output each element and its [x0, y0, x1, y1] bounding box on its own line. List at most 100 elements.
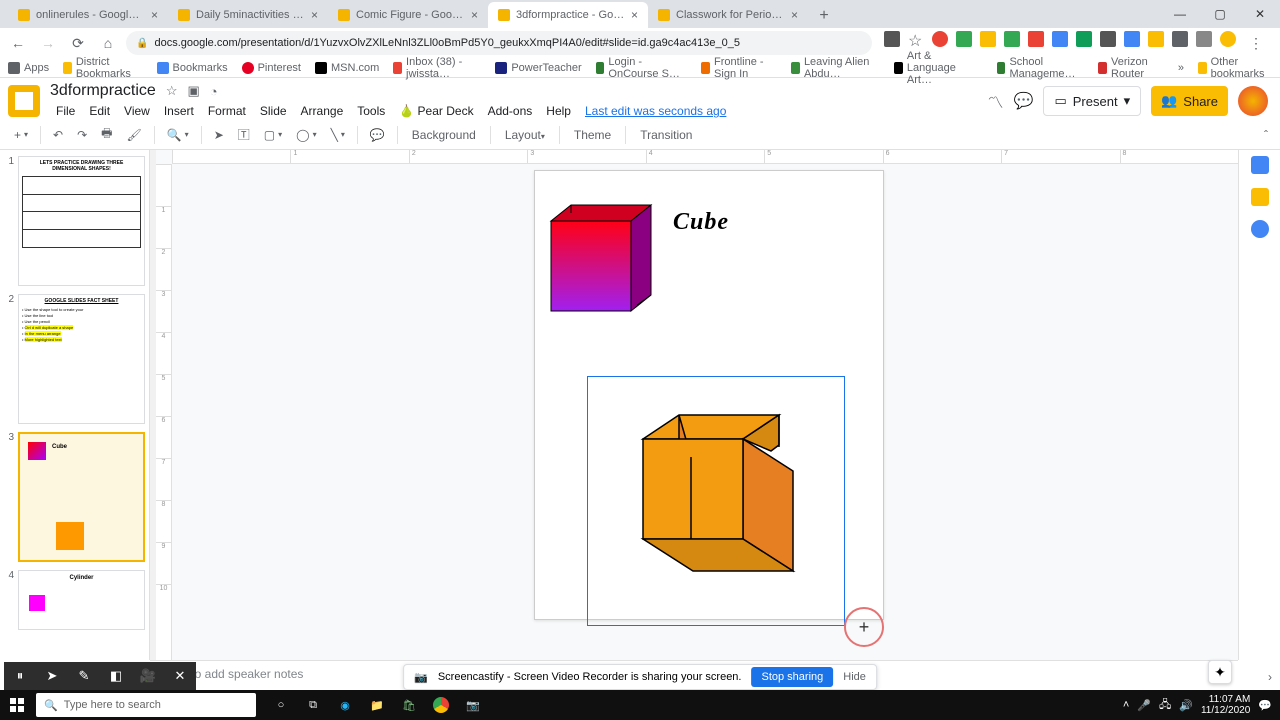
close-icon[interactable]: × — [631, 8, 638, 22]
slide-thumb-4[interactable]: Cylinder — [18, 570, 145, 630]
stop-sharing-button[interactable]: Stop sharing — [751, 667, 833, 687]
bookmark-item[interactable]: MSN.com — [315, 62, 379, 74]
slide-canvas[interactable]: Cube — [534, 170, 884, 620]
menu-slide[interactable]: Slide — [254, 102, 293, 120]
last-edit-link[interactable]: Last edit was seconds ago — [579, 102, 732, 120]
pen-tool[interactable]: ✎ — [68, 662, 100, 690]
cloud-icon[interactable]: ◔ — [210, 84, 218, 99]
ext-icon[interactable] — [1004, 31, 1020, 47]
doc-title[interactable]: 3dformpractice — [50, 82, 156, 100]
star-icon[interactable]: ☆ — [908, 31, 924, 47]
hide-button[interactable]: Hide — [843, 671, 866, 683]
close-icon[interactable]: × — [471, 8, 478, 22]
bookmark-item[interactable]: Frontline - Sign In — [701, 56, 777, 80]
reload-button[interactable]: ⟳ — [66, 31, 90, 55]
tray-caret[interactable]: ˄ — [1123, 699, 1129, 711]
start-button[interactable] — [0, 690, 34, 720]
profile-avatar[interactable] — [1220, 31, 1236, 47]
paint-format-button[interactable]: 🖌 — [120, 124, 147, 146]
menu-view[interactable]: View — [118, 102, 156, 120]
mic-icon[interactable]: 🎤 — [1137, 699, 1151, 712]
tab-3[interactable]: 3dformpractice - Google Slides× — [488, 2, 648, 28]
tab-2[interactable]: Comic Figure - Google Slides× — [328, 2, 488, 28]
ext-icon[interactable] — [1028, 31, 1044, 47]
new-tab-button[interactable]: + — [812, 4, 836, 28]
menu-peardeck[interactable]: 🍐 Pear Deck — [393, 102, 479, 120]
textbox-tool[interactable]: 🅃 — [232, 122, 256, 147]
eraser-tool[interactable]: ◧ — [100, 662, 132, 690]
bookmark-item[interactable]: District Bookmarks — [63, 56, 142, 80]
maximize-button[interactable]: ▢ — [1200, 0, 1240, 28]
pointer-tool[interactable]: ➤ — [36, 662, 68, 690]
bookmark-item[interactable]: PowerTeacher — [495, 62, 581, 74]
cortana-icon[interactable]: ○ — [266, 691, 296, 719]
tab-1[interactable]: Daily 5minactivities - Google Sli× — [168, 2, 328, 28]
present-button[interactable]: ▭Present▾ — [1043, 86, 1141, 116]
close-icon[interactable]: × — [151, 8, 158, 22]
bookmark-item[interactable]: School Manageme… — [997, 56, 1085, 80]
move-icon[interactable]: ▣ — [187, 83, 199, 99]
slide-title-text[interactable]: Cube — [673, 209, 729, 236]
explorer-icon[interactable]: 📁 — [362, 691, 392, 719]
bookmark-item[interactable]: Bookmarks — [157, 62, 228, 74]
star-icon[interactable]: ☆ — [166, 83, 178, 99]
activity-icon[interactable]: 〽 — [988, 89, 1004, 113]
ext-icon[interactable] — [932, 31, 948, 47]
ext-icon[interactable] — [1052, 31, 1068, 47]
webcam-tool[interactable]: 🎥 — [132, 662, 164, 690]
slide-thumb-3[interactable]: Cube — [18, 432, 145, 562]
ext-icon[interactable] — [980, 31, 996, 47]
bookmark-item[interactable]: Login - OnCourse S… — [596, 56, 688, 80]
comment-tool[interactable]: 💬 — [364, 124, 391, 146]
ext-icon[interactable] — [1196, 31, 1212, 47]
home-button[interactable]: ⌂ — [96, 31, 120, 55]
shape-tool[interactable]: ◯▾ — [290, 124, 322, 146]
tab-0[interactable]: onlinerules - Google Slides× — [8, 2, 168, 28]
slide-thumb-1[interactable]: LETS PRACTICE DRAWING THREEDIMENSIONAL S… — [18, 156, 145, 286]
edge-icon[interactable]: ◉ — [330, 691, 360, 719]
menu-insert[interactable]: Insert — [158, 102, 200, 120]
menu-edit[interactable]: Edit — [83, 102, 116, 120]
volume-icon[interactable]: 🔊 — [1179, 699, 1193, 712]
image-tool[interactable]: ▢▾ — [258, 124, 288, 146]
undo-button[interactable]: ↶ — [47, 124, 69, 146]
menu-tools[interactable]: Tools — [351, 102, 391, 120]
close-recorder[interactable]: ✕ — [164, 662, 196, 690]
ext-icon[interactable] — [1148, 31, 1164, 47]
ext-icon[interactable] — [884, 31, 900, 47]
redo-button[interactable]: ↷ — [71, 124, 93, 146]
theme-button[interactable]: Theme — [566, 124, 619, 146]
keep-icon[interactable] — [1251, 188, 1269, 206]
calendar-icon[interactable] — [1251, 156, 1269, 174]
bookmark-item[interactable]: Art & Language Art… — [894, 50, 983, 86]
menu-arrange[interactable]: Arrange — [295, 102, 350, 120]
bookmark-item[interactable]: Pinterest — [242, 62, 301, 74]
slides-logo[interactable] — [8, 85, 40, 117]
back-button[interactable]: ← — [6, 31, 30, 55]
share-button[interactable]: 👥Share — [1151, 86, 1228, 116]
menu-file[interactable]: File — [50, 102, 81, 120]
cube-red-shape[interactable] — [539, 199, 659, 319]
bookmark-item[interactable]: Inbox (38) - jwissta… — [393, 56, 481, 80]
ext-icon[interactable] — [1076, 31, 1092, 47]
network-icon[interactable]: 🖧 — [1159, 696, 1171, 715]
close-window-button[interactable]: ✕ — [1240, 0, 1280, 28]
collapse-toolbar[interactable]: ˆ — [1260, 124, 1272, 146]
other-bookmarks[interactable]: Other bookmarks — [1198, 56, 1272, 80]
extensions-icon[interactable] — [1172, 31, 1188, 47]
new-slide-button[interactable]: +▾ — [8, 124, 34, 146]
select-tool[interactable]: ➤ — [208, 124, 230, 146]
camera-icon[interactable]: 📷 — [458, 691, 488, 719]
ext-icon[interactable] — [1124, 31, 1140, 47]
tasks-icon[interactable] — [1251, 220, 1269, 238]
tab-4[interactable]: Classwork for Period 3 Cycle 2 G× — [648, 2, 808, 28]
menu-help[interactable]: Help — [540, 102, 577, 120]
menu-button[interactable]: ⋮ — [1244, 31, 1268, 55]
cube-orange-shape[interactable] — [635, 411, 805, 581]
apps-button[interactable]: Apps — [8, 62, 49, 74]
bookmark-item[interactable]: Leaving Alien Abdu… — [791, 56, 880, 80]
account-avatar[interactable] — [1238, 86, 1268, 116]
taskbar-search[interactable]: 🔍Type here to search — [36, 693, 256, 717]
layout-button[interactable]: Layout▾ — [497, 124, 553, 146]
bookmarks-overflow[interactable]: » — [1178, 62, 1184, 74]
